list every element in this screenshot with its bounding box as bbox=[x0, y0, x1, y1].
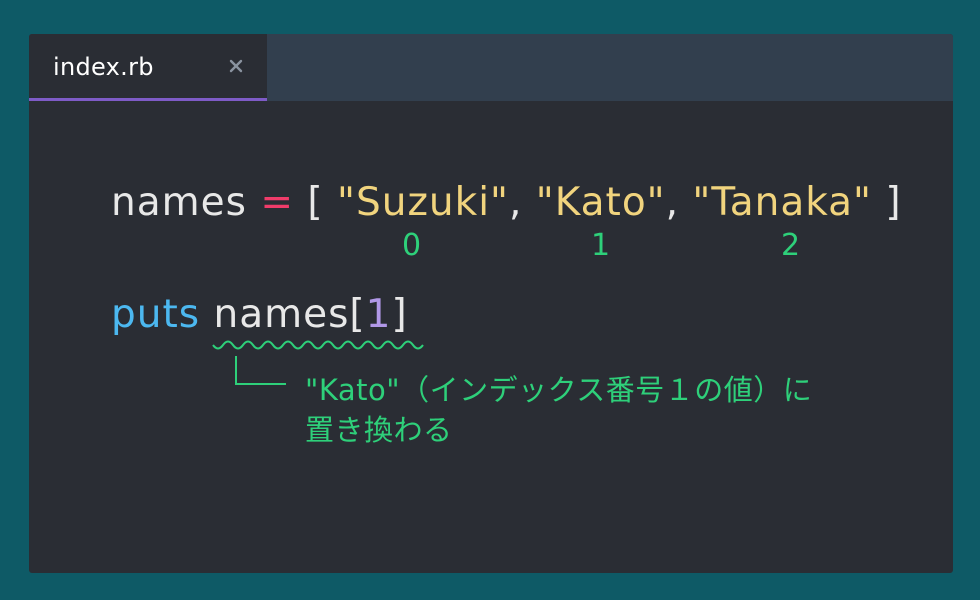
code-string-suzuki: "Suzuki" bbox=[337, 180, 509, 225]
editor-window: index.rb names = [ "Suzuki", "Kato", "Ta… bbox=[29, 34, 953, 573]
array-index-2: 2 bbox=[781, 228, 801, 263]
code-bracket-open: [ bbox=[307, 180, 338, 225]
code-bracket-close: ] bbox=[871, 180, 902, 225]
code-comma: , bbox=[509, 180, 536, 225]
close-icon[interactable] bbox=[228, 58, 244, 74]
array-index-1: 1 bbox=[591, 228, 611, 263]
code-variable: names bbox=[111, 180, 247, 225]
code-line-2: puts names[1] bbox=[111, 292, 408, 337]
annotation-connector bbox=[235, 356, 286, 385]
tab-bar: index.rb bbox=[29, 34, 953, 101]
array-index-0: 0 bbox=[402, 228, 422, 263]
wavy-underline bbox=[212, 340, 424, 350]
code-string-tanaka: "Tanaka" bbox=[692, 180, 872, 225]
code-variable: names bbox=[213, 292, 350, 337]
code-bracket-close: ] bbox=[391, 292, 408, 337]
code-index-number: 1 bbox=[365, 292, 392, 337]
code-bracket-open: [ bbox=[349, 292, 366, 337]
code-line-1: names = [ "Suzuki", "Kato", "Tanaka" ] bbox=[111, 180, 902, 225]
tab-title: index.rb bbox=[53, 53, 154, 81]
code-keyword-puts: puts bbox=[111, 292, 201, 337]
annotation-text-2: 置き換わる bbox=[305, 413, 453, 447]
code-operator: = bbox=[246, 180, 308, 225]
code-comma: , bbox=[665, 180, 693, 225]
code-string-kato: "Kato" bbox=[535, 180, 666, 225]
tab-index-rb[interactable]: index.rb bbox=[29, 34, 267, 101]
annotation-text-1: "Kato"（インデックス番号１の値）に bbox=[305, 373, 813, 407]
